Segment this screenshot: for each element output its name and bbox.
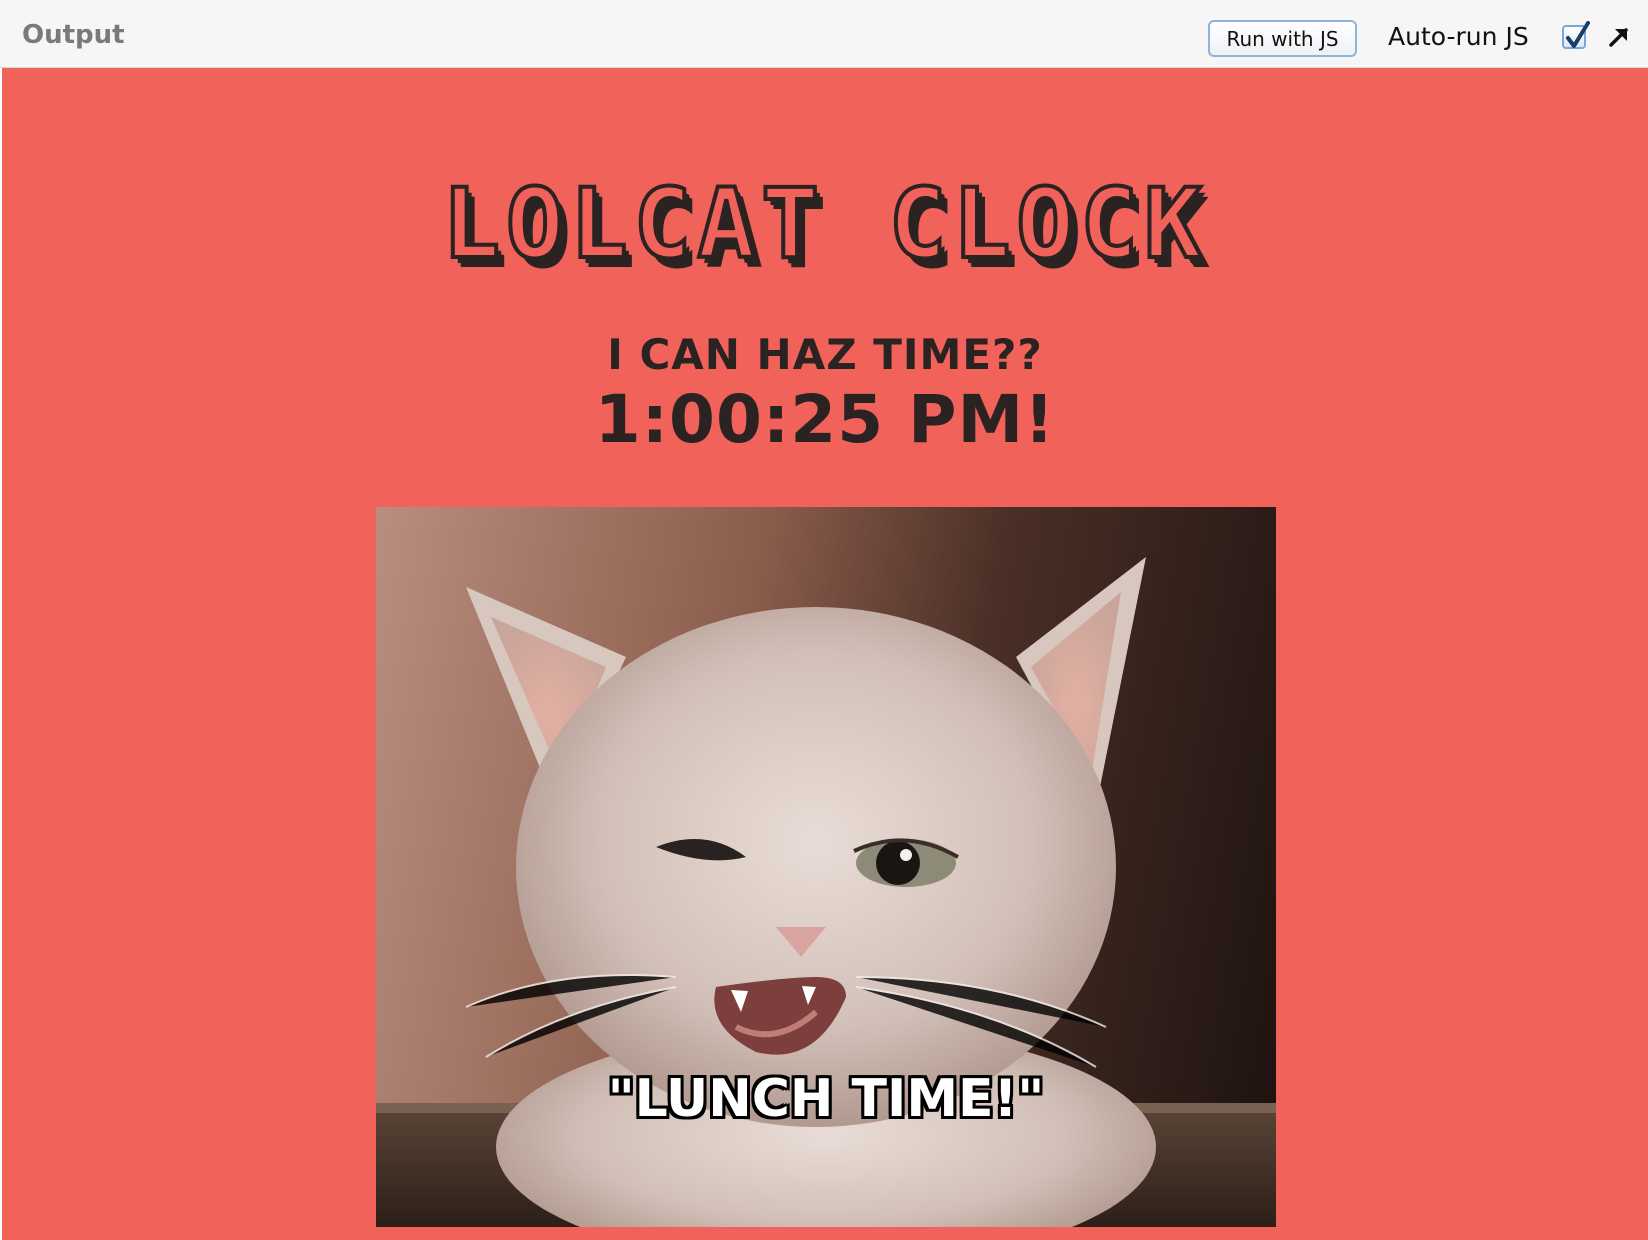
popout-button[interactable]	[1606, 24, 1632, 50]
page-subtitle: I CAN HAZ TIME??	[607, 330, 1043, 379]
checkmark-icon	[1566, 21, 1590, 48]
output-stage: LOLCAT CLOCK I CAN HAZ TIME?? 1:00:25 PM…	[2, 68, 1648, 1240]
run-with-js-button[interactable]: Run with JS	[1208, 20, 1357, 57]
image-caption: "LUNCH TIME!"	[607, 1069, 1045, 1129]
lolcat-photo: "LUNCH TIME!"	[376, 507, 1276, 1227]
clock-time: 1:00:25 PM!	[594, 381, 1056, 458]
autorun-checkbox[interactable]	[1562, 21, 1590, 49]
output-toolbar: Output Run with JS Auto-run JS	[0, 0, 1648, 68]
page-title: LOLCAT CLOCK	[440, 166, 1208, 282]
output-label: Output	[22, 20, 125, 50]
autorun-label: Auto-run JS	[1388, 22, 1529, 51]
arrow-up-right-icon	[1609, 28, 1628, 47]
